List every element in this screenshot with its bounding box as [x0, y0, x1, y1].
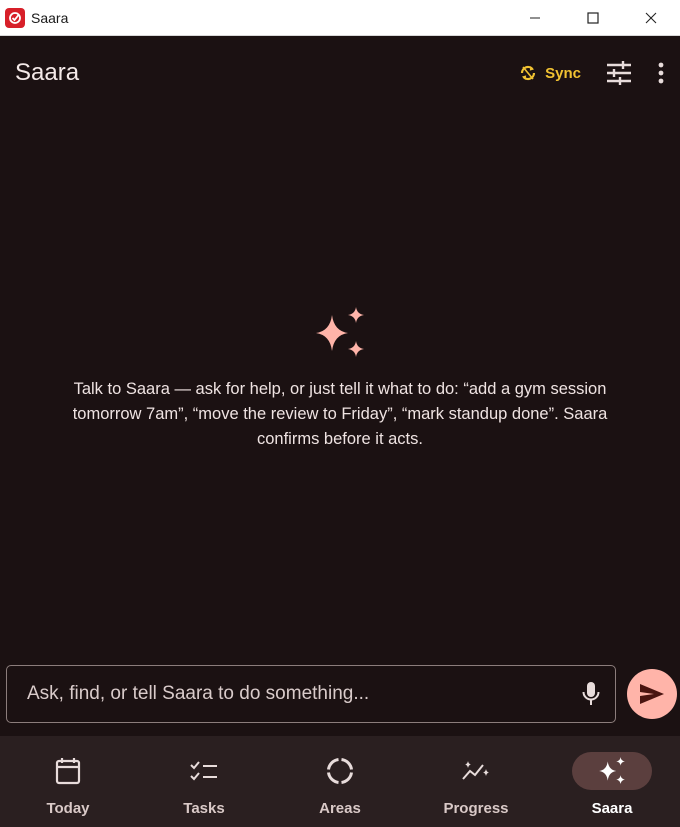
sparkles-icon [599, 757, 625, 784]
nav-item-progress[interactable]: Progress [408, 736, 544, 827]
nav-label: Tasks [183, 800, 225, 817]
voice-input-button[interactable] [579, 679, 603, 709]
maximize-icon [587, 11, 599, 24]
send-icon [640, 684, 664, 704]
checklist-icon [190, 761, 217, 781]
minimize-button[interactable] [506, 0, 564, 35]
nav-item-tasks[interactable]: Tasks [136, 736, 272, 827]
more-options-button[interactable] [655, 59, 667, 87]
empty-state: Talk to Saara — ask for help, or just te… [0, 305, 680, 452]
close-icon [645, 12, 657, 23]
mic-icon [582, 682, 600, 705]
progress-sparkline-icon [462, 761, 489, 780]
minimize-icon [530, 17, 540, 18]
nav-active-indicator [572, 752, 652, 790]
calendar-icon [55, 758, 81, 785]
nav-label: Saara [591, 800, 633, 817]
page-title: Saara [15, 59, 80, 86]
sparkles-icon [316, 307, 364, 357]
nav-item-saara[interactable]: Saara [544, 736, 680, 827]
sync-label: Sync [545, 64, 581, 82]
sync-button[interactable]: Sync [518, 63, 581, 83]
nav-label: Today [46, 800, 90, 817]
app-logo-icon [5, 7, 25, 28]
message-input[interactable] [25, 682, 579, 706]
nav-label: Progress [443, 800, 509, 817]
send-button[interactable] [627, 669, 677, 719]
message-composer [6, 665, 616, 723]
maximize-button[interactable] [564, 0, 622, 35]
app-header: Saara Sync [0, 36, 680, 110]
nav-item-today[interactable]: Today [0, 736, 136, 827]
close-button[interactable] [622, 0, 680, 35]
nav-label: Areas [319, 800, 361, 817]
nav-item-areas[interactable]: Areas [272, 736, 408, 827]
bottom-navigation: Today Tasks Areas Progress Saara [0, 736, 680, 827]
empty-state-message: Talk to Saara — ask for help, or just te… [72, 380, 608, 448]
more-vert-icon [658, 62, 664, 84]
sync-icon [521, 65, 536, 81]
window-title: Saara [31, 9, 69, 26]
tune-icon [607, 61, 631, 85]
window-titlebar: Saara [0, 0, 680, 36]
areas-ring-icon [327, 758, 353, 784]
filter-settings-button[interactable] [605, 59, 633, 87]
